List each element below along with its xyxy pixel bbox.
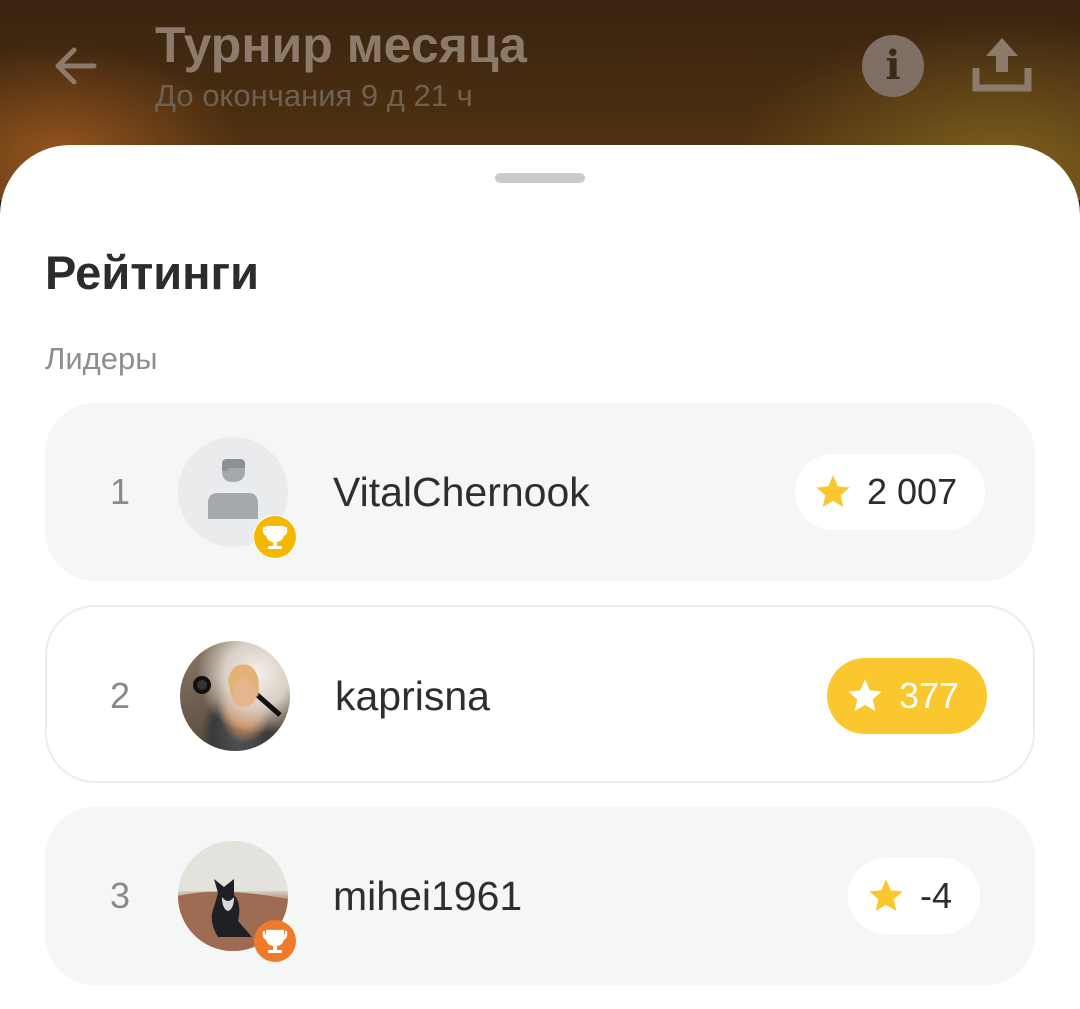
score-value: -4 [920, 875, 953, 916]
bronze-trophy-icon [254, 920, 296, 962]
rank-number: 2 [110, 675, 131, 716]
time-remaining: До окончания 9 д 21 ч [155, 78, 473, 113]
avatar[interactable] [180, 641, 290, 751]
gold-trophy-icon [253, 515, 297, 559]
score-badge: -4 [848, 858, 981, 934]
score-value: 2 007 [867, 471, 958, 512]
username: VitalChernook [333, 469, 590, 515]
star-icon [848, 679, 882, 711]
score-value: 377 [899, 675, 960, 716]
info-icon[interactable]: i [862, 35, 924, 97]
username: mihei1961 [333, 873, 523, 919]
star-icon [816, 475, 850, 507]
share-upload-icon[interactable] [970, 34, 1034, 94]
leader-row[interactable]: 3 mihei1961 -4 [45, 807, 1035, 985]
score-badge: 377 [827, 658, 988, 734]
sheet-title: Рейтинги [45, 246, 259, 299]
score-badge: 2 007 [795, 454, 986, 530]
leader-row[interactable]: 2 kaprisna 377 [45, 605, 1035, 783]
section-label: Лидеры [45, 341, 158, 376]
page-title: Турнир месяца [155, 17, 527, 73]
drag-handle[interactable] [495, 173, 585, 183]
back-arrow-icon[interactable] [48, 38, 104, 94]
user-photo [193, 664, 282, 717]
leader-row[interactable]: 1 VitalChernook 2 007 [45, 403, 1035, 581]
rank-number: 3 [110, 875, 131, 916]
rank-number: 1 [110, 471, 131, 512]
ratings-sheet: Рейтинги Лидеры 1 VitalChernook 2 007 2 [0, 145, 1080, 1009]
username: kaprisna [335, 673, 490, 719]
star-icon [869, 879, 903, 911]
